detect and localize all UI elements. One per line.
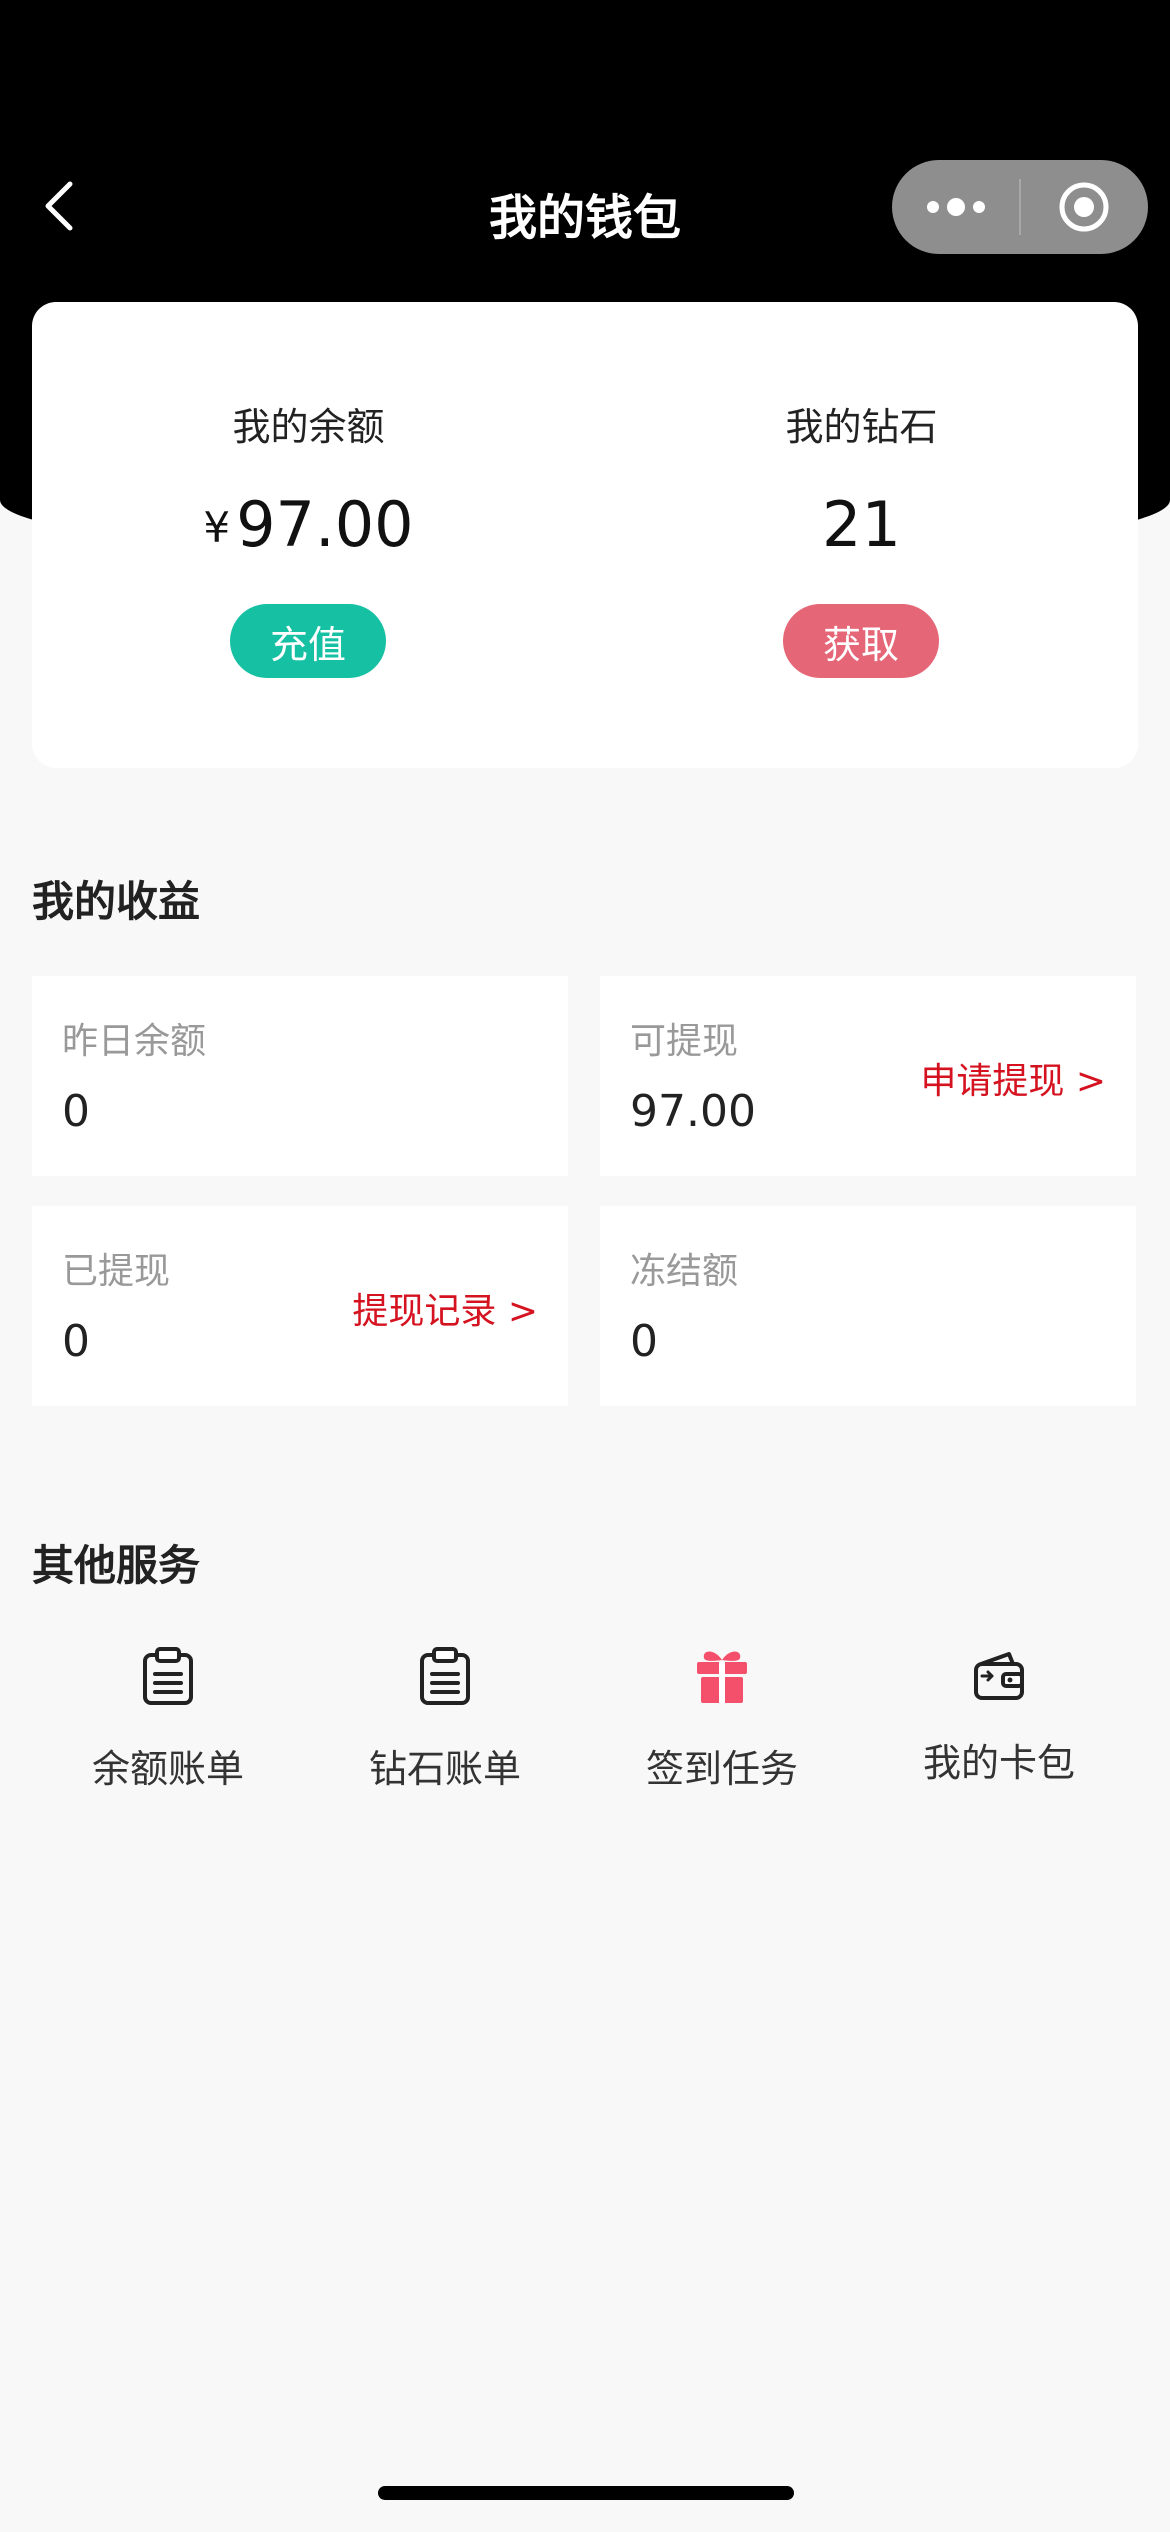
wallet-page: 我的钱包 我的余额 ¥97.00 充值 我的钻石 21 获取 我的收益 昨日余额…	[0, 0, 1170, 2532]
mini-program-capsule	[892, 160, 1148, 254]
wallet-icon	[974, 1652, 1024, 1700]
home-indicator	[378, 2486, 794, 2500]
balance-value: 97.00	[236, 488, 414, 561]
clipboard-icon	[420, 1647, 470, 1705]
service-label: 钻石账单	[368, 1747, 521, 1791]
withdrawn-card: 已提现 0 提现记录 >	[32, 1206, 568, 1406]
service-label: 签到任务	[645, 1747, 798, 1791]
service-card-wallet[interactable]: 我的卡包	[861, 1640, 1137, 1820]
more-dots-icon	[926, 198, 985, 216]
clipboard-icon	[143, 1647, 193, 1705]
stat-value: 0	[630, 1316, 658, 1367]
service-balance-bill[interactable]: 余额账单	[30, 1640, 306, 1820]
navbar: 我的钱包	[0, 150, 1170, 270]
stat-label: 昨日余额	[62, 1021, 207, 1062]
service-checkin-task[interactable]: 签到任务	[584, 1640, 860, 1820]
stat-value: 97.00	[630, 1086, 756, 1137]
gift-icon	[697, 1651, 747, 1703]
recharge-button[interactable]: 充值	[230, 604, 386, 678]
close-mini-program-button[interactable]	[1021, 160, 1148, 254]
service-label: 余额账单	[91, 1747, 244, 1791]
currency-symbol: ¥	[203, 503, 231, 552]
yesterday-balance-card: 昨日余额 0	[32, 976, 568, 1176]
earnings-title: 我的收益	[32, 877, 201, 926]
stat-label: 冻结额	[630, 1251, 739, 1292]
target-icon	[1059, 182, 1109, 232]
withdraw-records-link[interactable]: 提现记录 >	[352, 1282, 538, 1334]
service-diamond-bill[interactable]: 钻石账单	[307, 1640, 583, 1820]
stat-label: 已提现	[62, 1251, 171, 1292]
diamonds-column: 我的钻石 21 获取	[585, 302, 1138, 768]
balance-label: 我的余额	[232, 405, 385, 449]
stat-value: 0	[62, 1086, 90, 1137]
diamonds-value: 21	[822, 488, 901, 561]
balance-card: 我的余额 ¥97.00 充值 我的钻石 21 获取	[32, 302, 1138, 768]
balance-column: 我的余额 ¥97.00 充值	[32, 302, 585, 768]
balance-value-row: ¥97.00	[32, 488, 585, 561]
services-title: 其他服务	[32, 1541, 201, 1590]
stat-value: 0	[62, 1316, 90, 1367]
more-button[interactable]	[892, 160, 1019, 254]
service-label: 我的卡包	[922, 1741, 1075, 1785]
diamonds-label: 我的钻石	[785, 405, 938, 449]
stat-label: 可提现	[630, 1021, 739, 1062]
apply-withdraw-link[interactable]: 申请提现 >	[920, 1052, 1106, 1104]
withdrawable-card: 可提现 97.00 申请提现 >	[600, 976, 1136, 1176]
get-diamonds-button[interactable]: 获取	[783, 604, 939, 678]
frozen-amount-card: 冻结额 0	[600, 1206, 1136, 1406]
